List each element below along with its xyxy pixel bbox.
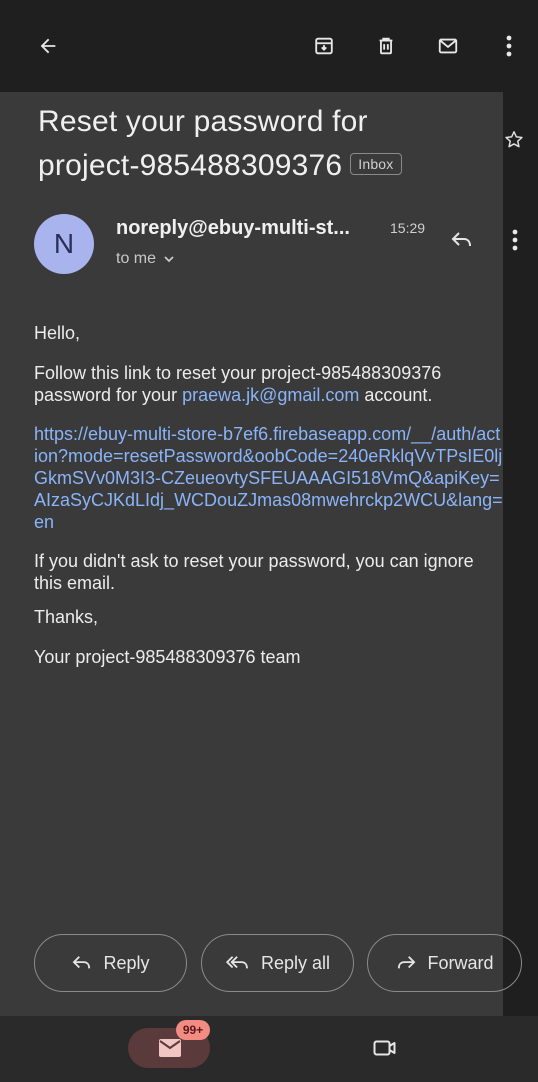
forward-button[interactable]: Forward [367, 934, 522, 992]
sender-avatar[interactable]: N [34, 214, 94, 274]
follow-suffix: account. [359, 385, 433, 405]
ignore-paragraph: If you didn't ask to reset your password… [34, 551, 474, 593]
subject-line-1: Reset your password for [38, 105, 368, 138]
recipient-details[interactable]: to me [116, 250, 175, 268]
unread-count-badge: 99+ [176, 1020, 210, 1040]
message-more-icon[interactable] [502, 224, 528, 256]
reply-arrow-icon [73, 956, 91, 969]
back-arrow-icon[interactable] [30, 28, 66, 64]
reply-all-button[interactable]: Reply all [201, 934, 354, 992]
mail-icon[interactable] [430, 28, 466, 64]
bottom-navigation [0, 1016, 538, 1082]
reply-label: Reply [103, 952, 150, 973]
reply-all-icon [225, 956, 248, 969]
reset-password-link[interactable]: https://ebuy-multi-store-b7ef6.firebasea… [34, 423, 504, 533]
recipient-label: to me [116, 250, 157, 267]
reply-all-label: Reply all [260, 952, 331, 973]
meet-tab-icon[interactable] [368, 1032, 402, 1064]
archive-icon[interactable] [306, 28, 342, 64]
email-body: Hello, Follow this link to reset your pr… [34, 322, 504, 668]
subject-line-2: project-985488309376 [38, 149, 343, 182]
email-subject: Reset your password for project-98548830… [38, 100, 493, 188]
greeting: Hello, [34, 323, 81, 343]
inbox-label-badge[interactable]: Inbox [350, 153, 402, 176]
email-time: 15:29 [390, 220, 426, 236]
forward-arrow-icon [398, 956, 416, 969]
trash-icon[interactable] [368, 28, 404, 64]
reply-icon[interactable] [446, 224, 478, 256]
more-vert-icon[interactable] [494, 28, 524, 64]
chevron-down-icon [164, 256, 175, 263]
follow-paragraph: Follow this link to reset your project-9… [34, 362, 504, 406]
signature-text: Your project-985488309376 team [34, 647, 301, 667]
sender-name[interactable]: noreply@ebuy-multi-st... [116, 217, 350, 240]
email-address-link[interactable]: praewa.jk@gmail.com [182, 385, 359, 405]
star-icon[interactable] [498, 124, 530, 156]
forward-label: Forward [427, 952, 494, 973]
reply-button[interactable]: Reply [34, 934, 187, 992]
thanks-text: Thanks, [34, 607, 99, 627]
